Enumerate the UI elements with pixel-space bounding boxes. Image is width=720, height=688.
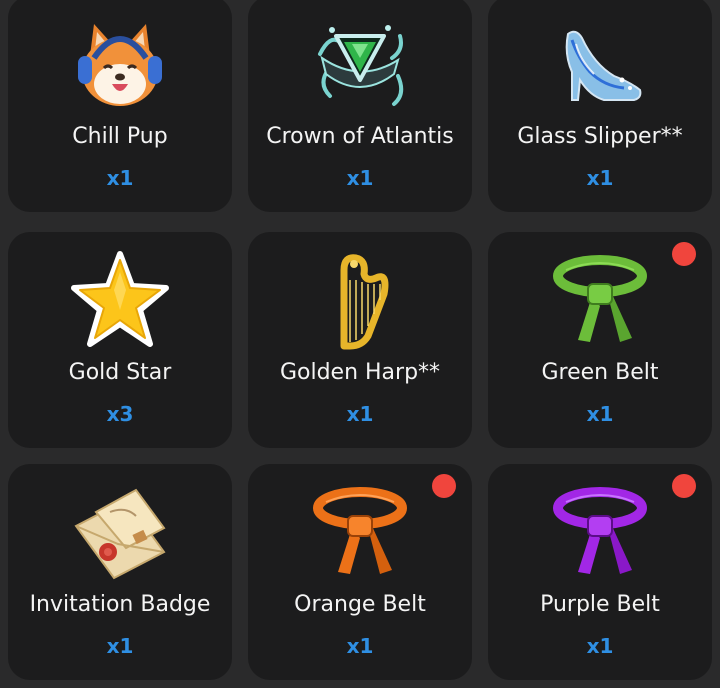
item-card-gold-star[interactable]: Gold Star x3 [8,232,232,448]
item-card-green-belt[interactable]: Green Belt x1 [488,232,712,448]
item-card-golden-harp[interactable]: Golden Harp** x1 [248,232,472,448]
inventory-grid: Chill Pup x1 Crown of Atlantis x1 Glass … [0,0,720,688]
item-name: Purple Belt [540,592,660,617]
item-card-invitation-badge[interactable]: Invitation Badge x1 [8,464,232,680]
item-quantity: x3 [106,402,134,426]
item-name: Golden Harp** [279,360,441,385]
item-card-crown-of-atlantis[interactable]: Crown of Atlantis x1 [248,0,472,212]
item-name: Crown of Atlantis [266,124,454,149]
crown-of-atlantis-icon [305,14,415,114]
item-quantity: x1 [106,166,134,190]
invitation-badge-icon [65,482,175,582]
item-card-chill-pup[interactable]: Chill Pup x1 [8,0,232,212]
item-card-purple-belt[interactable]: Purple Belt x1 [488,464,712,680]
notification-dot [672,242,696,266]
item-name: Chill Pup [72,124,168,149]
item-quantity: x1 [346,402,374,426]
item-quantity: x1 [586,634,614,658]
notification-dot [432,474,456,498]
item-name: Glass Slipper** [517,124,683,149]
notification-dot [672,474,696,498]
item-quantity: x1 [346,166,374,190]
orange-belt-icon [305,482,415,582]
green-belt-icon [545,250,655,350]
golden-harp-icon [305,250,415,350]
glass-slipper-icon [545,14,655,114]
item-card-glass-slipper[interactable]: Glass Slipper** x1 [488,0,712,212]
item-name: Green Belt [541,360,659,385]
item-quantity: x1 [106,634,134,658]
item-name: Invitation Badge [29,592,211,617]
item-quantity: x1 [586,402,614,426]
gold-star-icon [65,250,175,350]
item-quantity: x1 [586,166,614,190]
item-card-orange-belt[interactable]: Orange Belt x1 [248,464,472,680]
item-quantity: x1 [346,634,374,658]
item-name: Orange Belt [294,592,426,617]
item-name: Gold Star [68,360,172,385]
purple-belt-icon [545,482,655,582]
chill-pup-icon [65,14,175,114]
